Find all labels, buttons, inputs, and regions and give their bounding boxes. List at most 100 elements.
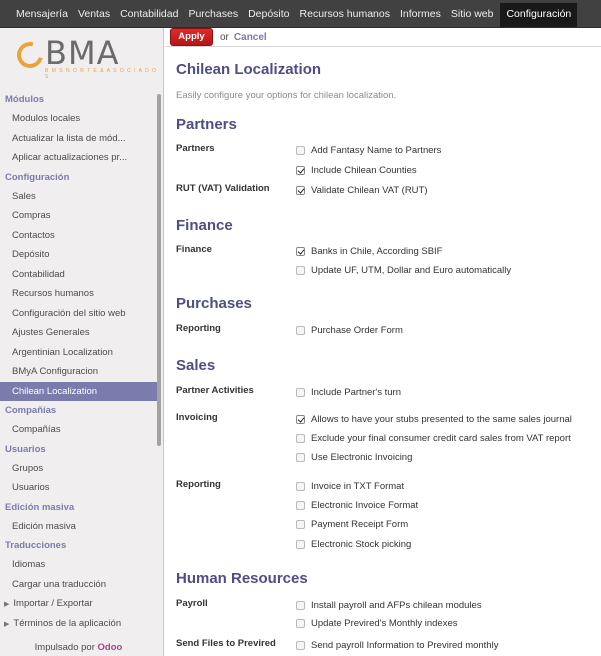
option-label: Electronic Invoice Format [311,500,419,511]
option-einvoice-format[interactable]: Electronic Invoice Format [296,500,418,511]
apply-button[interactable]: Apply [170,28,213,46]
checkbox[interactable] [296,388,305,397]
menu-contabilidad[interactable]: Contabilidad [115,3,183,27]
sidebar-item-label: Términos de la aplicación [13,617,122,629]
menu-purchases[interactable]: Purchases [183,3,243,27]
sidebar-item-sitio-web[interactable]: Configuración del sitio web [0,304,157,324]
cancel-link[interactable]: Cancel [234,32,267,43]
checkbox[interactable] [296,186,305,195]
sidebar-item-edicion-masiva[interactable]: Edición masiva [0,517,157,537]
label-finance: Finance [176,244,212,255]
option-label: Include Chilean Counties [311,165,417,176]
sidebar-item-ajustes-generales[interactable]: Ajustes Generales [0,323,157,343]
checkbox[interactable] [296,146,305,155]
menu-mensajeria[interactable]: Mensajería [11,3,73,27]
checkbox[interactable] [296,247,305,256]
option-send-payroll[interactable]: Send payroll Information to Previred mon… [296,640,498,651]
sidebar-item-argentinian[interactable]: Argentinian Localization [0,343,157,363]
checkbox[interactable] [296,434,305,443]
menu-deposito[interactable]: Depósito [243,3,294,27]
option-include-counties[interactable]: Include Chilean Counties [296,165,417,176]
checkbox[interactable] [296,540,305,549]
option-txt-format[interactable]: Invoice in TXT Format [296,481,404,492]
option-stock-picking[interactable]: Electronic Stock picking [296,539,411,550]
checkbox[interactable] [296,520,305,529]
checkbox[interactable] [296,619,305,628]
expand-arrow-icon: ▶ [4,620,10,628]
option-label: Send payroll Information to Previred mon… [311,640,499,651]
odoo-link[interactable]: Odoo [98,642,123,653]
menu-ventas[interactable]: Ventas [73,3,115,27]
sidebar-item-contabilidad[interactable]: Contabilidad [0,265,157,285]
label-reporting: Reporting [176,323,221,334]
sidebar-item-actualizar-lista[interactable]: Actualizar la lista de mód... [0,129,157,149]
label-partners: Partners [176,143,215,154]
option-partner-turn[interactable]: Include Partner's turn [296,387,401,398]
option-add-fantasy[interactable]: Add Fantasy Name to Partners [296,145,441,156]
option-label: Update Previred's Monthly indexes [311,618,458,629]
sidebar-item-importar-exportar[interactable]: ▶ Importar / Exportar [0,594,157,614]
checkbox[interactable] [296,641,305,650]
sidebar-item-recursos-humanos[interactable]: Recursos humanos [0,284,157,304]
section-sales: Sales [176,357,216,374]
sidebar-item-usuarios[interactable]: Usuarios [0,478,157,498]
option-update-uf[interactable]: Update UF, UTM, Dollar and Euro automati… [296,265,511,276]
sidebar-scrollbar[interactable] [157,94,161,446]
menu-recursos-humanos[interactable]: Recursos humanos [295,3,395,27]
sidebar-item-cargar-traduccion[interactable]: Cargar una traducción [0,575,157,595]
option-electronic-invoicing[interactable]: Use Electronic Invoicing [296,452,412,463]
checkbox[interactable] [296,326,305,335]
option-label: Exclude your final consumer credit card … [311,433,571,444]
sidebar-item-compras[interactable]: Compras [0,206,157,226]
label-invoicing: Invoicing [176,412,218,423]
option-label: Purchase Order Form [311,325,403,336]
option-stubs[interactable]: Allows to have your stubs presented to t… [296,414,572,425]
checkbox[interactable] [296,501,305,510]
option-exclude-cc[interactable]: Exclude your final consumer credit card … [296,433,571,444]
checkbox[interactable] [296,415,305,424]
page-title: Chilean Localization [176,61,322,78]
powered-by-label: Impulsado por [34,642,95,653]
option-po-form[interactable]: Purchase Order Form [296,325,403,336]
section-human-resources: Human Resources [176,570,308,587]
sidebar-item-aplicar-actualizaciones[interactable]: Aplicar actualizaciones pr... [0,148,157,168]
or-label: or [220,31,229,43]
option-receipt-form[interactable]: Payment Receipt Form [296,519,408,530]
option-validate-rut[interactable]: Validate Chilean VAT (RUT) [296,185,428,196]
sidebar-item-chilean[interactable]: Chilean Localization [0,381,157,401]
label-rut-validation: RUT (VAT) Validation [176,183,270,194]
menu-informes[interactable]: Informes [395,3,446,27]
option-label: Electronic Stock picking [311,539,412,550]
sidebar-item-modulos-locales[interactable]: Modulos locales [0,109,157,129]
checkbox[interactable] [296,453,305,462]
sidebar-item-grupos[interactable]: Grupos [0,459,157,479]
expand-arrow-icon: ▶ [4,601,10,608]
sidebar-item-contactos[interactable]: Contactos [0,226,157,246]
menu-sitio-web[interactable]: Sitio web [446,3,499,27]
logo-text: BMA [45,34,120,72]
sidebar-item-sales[interactable]: Sales [0,187,157,207]
page-subtitle: Easily configure your options for chilea… [176,90,397,101]
option-label: Banks in Chile, According SBIF [311,246,443,257]
powered-by: Impulsado por Odoo [0,642,157,653]
option-label: Validate Chilean VAT (RUT) [311,185,428,196]
option-install-payroll[interactable]: Install payroll and AFPs chilean modules [296,600,482,611]
sidebar-item-bmya[interactable]: BMyA Configuracion [0,362,157,382]
option-banks[interactable]: Banks in Chile, According SBIF [296,246,442,257]
checkbox[interactable] [296,166,305,175]
company-logo[interactable]: BMA B M S N O R T E & A S O C I A D O S [0,28,163,90]
label-sales-reporting: Reporting [176,479,221,490]
option-label: Update UF, UTM, Dollar and Euro automati… [311,265,512,276]
checkbox[interactable] [296,266,305,275]
sidebar-item-companias[interactable]: Compañías [0,420,157,440]
checkbox[interactable] [296,482,305,491]
section-partners: Partners [176,116,237,133]
sidebar-item-idiomas[interactable]: Idiomas [0,555,157,575]
sidebar-item-deposito[interactable]: Depósito [0,245,157,265]
sidebar-item-terminos[interactable]: ▶ Términos de la aplicación [0,614,157,634]
option-label: Add Fantasy Name to Partners [311,145,442,156]
sidebar-section-traducciones: Traducciones [5,540,67,551]
checkbox[interactable] [296,601,305,610]
menu-configuracion[interactable]: Configuración [500,3,578,27]
option-update-previred[interactable]: Update Previred's Monthly indexes [296,618,458,629]
